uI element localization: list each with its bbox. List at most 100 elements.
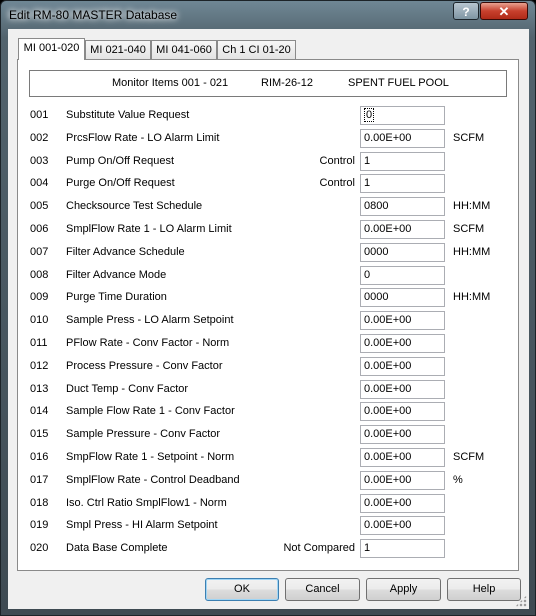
- item-value-text: 0.00E+00: [364, 496, 412, 509]
- item-number: 004: [30, 177, 49, 190]
- table-row: 010 Sample Press - LO Alarm Setpoint 0.00E…: [18, 310, 518, 331]
- item-unit: SCFM: [453, 131, 485, 144]
- item-value-text: 0.00E+00: [364, 337, 412, 349]
- item-value-text: 0.00E+00: [364, 405, 412, 418]
- item-value-field[interactable]: 0: [360, 106, 445, 125]
- item-value-text: 1: [364, 154, 371, 167]
- item-value-field[interactable]: 0.00E+00: [360, 470, 445, 490]
- item-value-field[interactable]: 0.00E+00: [360, 220, 445, 239]
- dialog-window: Edit RM-80 MASTER Database ? ✕ MI 001-02…: [0, 0, 536, 616]
- item-value-field[interactable]: 0.00E+00: [360, 425, 445, 445]
- table-row: 012 Process Pressure - Conv Factor 0.00E+0…: [18, 356, 518, 376]
- table-row: 009 Purge Time Duration 0000 HH:MM: [18, 287, 518, 308]
- item-label: Purge Time Duration: [66, 291, 167, 304]
- table-row: 015 Sample Pressure - Conv Factor 0.00E+00: [18, 424, 518, 445]
- item-value-text: 0: [364, 268, 371, 281]
- item-value-text: 0.00E+00: [364, 473, 412, 486]
- cancel-button[interactable]: Cancel: [285, 578, 360, 601]
- item-label: Substitute Value Request: [66, 109, 190, 121]
- item-value-field[interactable]: 0.00E+00: [360, 128, 445, 148]
- item-value-field[interactable]: 0.00E+00: [360, 356, 445, 376]
- item-number: 003: [30, 154, 49, 167]
- item-number: 014: [30, 405, 49, 418]
- table-row: 018 Iso. Ctrl Ratio SmplFlow1 - Norm 0.00E…: [18, 493, 518, 513]
- item-value-field[interactable]: 0.00E+00: [360, 516, 445, 536]
- header-items-range: Monitor Items 001 - 021: [112, 77, 229, 89]
- item-label: Filter Advance Mode: [66, 268, 167, 281]
- item-control-label: Control: [319, 177, 355, 190]
- item-label: Iso. Ctrl Ratio SmplFlow1 - Norm: [66, 496, 227, 509]
- item-value-field[interactable]: 0800: [360, 197, 445, 217]
- table-row: 006 SmplFlow Rate 1 - LO Alarm Limit 0.00E…: [18, 219, 518, 239]
- help-button[interactable]: Help: [447, 578, 521, 601]
- item-number: 002: [30, 131, 49, 144]
- item-label: SmplFlow Rate - Control Deadband: [66, 473, 240, 486]
- item-control-label: Control: [319, 154, 355, 167]
- item-value-text: 0800: [364, 200, 389, 213]
- tab-ch1-ci-01-20[interactable]: Ch 1 CI 01-20: [217, 40, 296, 59]
- table-row: 017 SmplFlow Rate - Control Deadband 0.00E…: [18, 470, 518, 490]
- item-value-field[interactable]: 1: [360, 151, 445, 171]
- table-row: 002 PrcsFlow Rate - LO Alarm Limit 0.00E+0…: [18, 128, 518, 148]
- item-number: 010: [30, 314, 49, 327]
- item-value-field[interactable]: 0000: [360, 242, 445, 262]
- item-value-text: 0.00E+00: [364, 359, 412, 372]
- item-value-text: 0.00E+00: [364, 314, 412, 327]
- item-value-field[interactable]: 1: [360, 539, 445, 559]
- item-value-field[interactable]: 0: [360, 265, 445, 285]
- item-value-text: 0.00E+00: [364, 131, 412, 144]
- table-row: 011 PFlow Rate - Conv Factor - Norm 0.00E+…: [18, 333, 518, 353]
- item-label: Checksource Test Schedule: [66, 200, 203, 213]
- item-label: Duct Temp - Conv Factor: [66, 382, 189, 395]
- table-row: 004 Purge On/Off Request Control 1: [18, 173, 518, 194]
- item-number: 001: [30, 109, 49, 121]
- item-value-field[interactable]: 0.00E+00: [360, 311, 445, 331]
- tab-panel: Monitor Items 001 - 021 RIM-26-12 SPENT …: [17, 59, 519, 571]
- item-value-text: 0000: [364, 291, 389, 304]
- help-icon[interactable]: ?: [453, 2, 479, 20]
- item-label: Data Base Complete: [66, 542, 168, 555]
- table-row: 005 Checksource Test Schedule 0800 HH:MM: [18, 196, 518, 217]
- item-number: 017: [30, 473, 49, 486]
- table-row: 008 Filter Advance Mode 0: [18, 265, 518, 285]
- item-unit: SCFM: [453, 451, 485, 463]
- tab-mi-001-020[interactable]: MI 001-020: [18, 38, 85, 60]
- table-row: 020 Data Base Complete Not Compared 1: [18, 538, 518, 559]
- item-label: Sample Flow Rate 1 - Conv Factor: [66, 405, 235, 418]
- item-value-text: 0.00E+00: [364, 519, 412, 532]
- item-value-text: 0000: [364, 245, 389, 258]
- close-icon[interactable]: ✕: [480, 2, 528, 20]
- item-number: 007: [30, 245, 49, 258]
- item-unit: HH:MM: [453, 291, 491, 304]
- item-value-field[interactable]: 0.00E+00: [360, 379, 445, 399]
- item-label: PrcsFlow Rate - LO Alarm Limit: [66, 131, 220, 144]
- item-number: 012: [30, 359, 49, 372]
- item-unit: HH:MM: [453, 200, 491, 213]
- window-title: Edit RM-80 MASTER Database: [9, 8, 178, 22]
- title-bar[interactable]: Edit RM-80 MASTER Database ? ✕: [1, 1, 535, 29]
- tab-mi-021-040[interactable]: MI 021-040: [85, 40, 151, 59]
- tab-mi-041-060[interactable]: MI 041-060: [151, 40, 217, 59]
- item-value-field[interactable]: 0.00E+00: [360, 448, 445, 467]
- item-value-text: 0.00E+00: [364, 428, 412, 441]
- item-number: 015: [30, 428, 49, 441]
- item-value-field[interactable]: 0.00E+00: [360, 334, 445, 353]
- table-row: 007 Filter Advance Schedule 0000 HH:MM: [18, 242, 518, 262]
- item-value-field[interactable]: 0000: [360, 288, 445, 308]
- item-value-field[interactable]: 1: [360, 174, 445, 194]
- item-number: 008: [30, 268, 49, 281]
- item-value-text: 0.00E+00: [364, 223, 412, 235]
- table-row: 003 Pump On/Off Request Control 1: [18, 151, 518, 171]
- header-monitor-id: RIM-26-12: [261, 77, 313, 89]
- item-value-field[interactable]: 0.00E+00: [360, 493, 445, 513]
- table-row: 013 Duct Temp - Conv Factor 0.00E+00: [18, 379, 518, 399]
- item-number: 020: [30, 542, 49, 555]
- item-value-text: 0.00E+00: [364, 451, 412, 463]
- item-number: 018: [30, 496, 49, 509]
- item-number: 006: [30, 223, 49, 235]
- item-value-text: 0: [364, 108, 375, 122]
- item-label: Smpl Press - HI Alarm Setpoint: [66, 519, 218, 532]
- item-value-field[interactable]: 0.00E+00: [360, 402, 445, 422]
- ok-button[interactable]: OK: [205, 578, 279, 601]
- apply-button[interactable]: Apply: [366, 578, 441, 601]
